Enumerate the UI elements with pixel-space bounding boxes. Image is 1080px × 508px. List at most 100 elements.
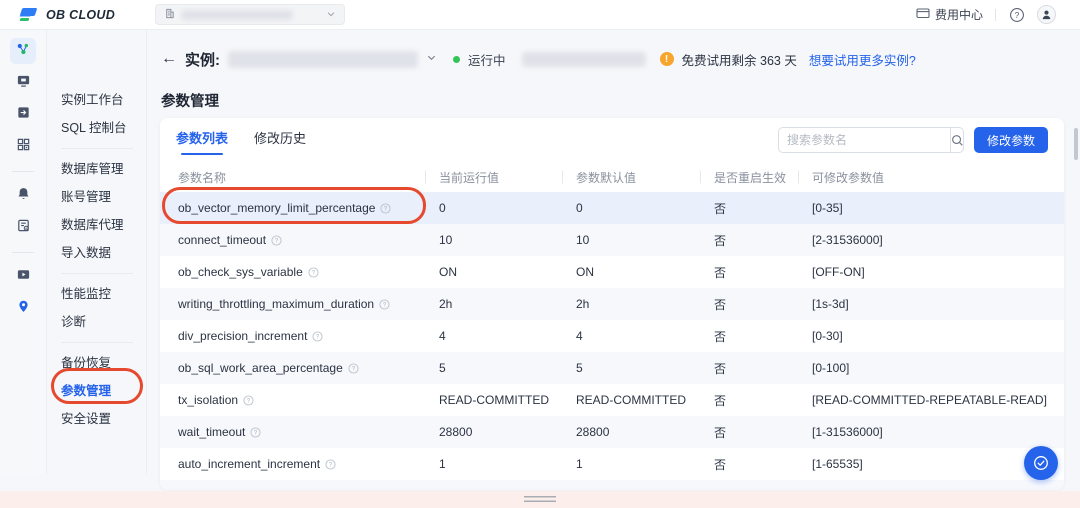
- param-restart-cell: 否: [700, 360, 798, 377]
- param-help-icon[interactable]: ?: [271, 235, 282, 246]
- svg-text:?: ?: [384, 206, 388, 212]
- sidebar-item[interactable]: 备份恢复: [47, 349, 146, 377]
- tab[interactable]: 参数列表: [176, 124, 228, 157]
- warning-icon: !: [660, 52, 674, 66]
- billing-label: 费用中心: [935, 6, 983, 23]
- search-input[interactable]: [779, 133, 950, 147]
- param-range-cell: [OFF-ON]: [798, 265, 1064, 279]
- column-header: 可修改参数值: [798, 169, 1064, 186]
- rail-item-video-icon[interactable]: [10, 264, 36, 290]
- param-current-cell: ON: [425, 265, 562, 279]
- rail-item-monitor-icon[interactable]: [10, 70, 36, 96]
- sidebar-item[interactable]: 诊断: [47, 308, 146, 336]
- rail-item-grid-icon[interactable]: [10, 134, 36, 160]
- sidebar-item[interactable]: SQL 控制台: [47, 114, 146, 142]
- param-current-cell: 4: [425, 329, 562, 343]
- table-row[interactable]: div_precision_increment?44否[0-30]: [160, 320, 1064, 352]
- video-icon: [16, 267, 31, 287]
- svg-text:?: ?: [275, 238, 279, 244]
- param-help-icon[interactable]: ?: [325, 459, 336, 470]
- table-header-row: 参数名称当前运行值参数默认值是否重启生效可修改参数值: [160, 162, 1064, 192]
- param-name-cell: foreign_key_checks?: [160, 489, 425, 490]
- icon-rail: [0, 30, 47, 474]
- instance-chevron-down-icon[interactable]: [426, 50, 437, 68]
- sidebar-item[interactable]: 实例工作台: [47, 86, 146, 114]
- sidebar-item[interactable]: 数据库管理: [47, 155, 146, 183]
- sidebar-divider: [61, 342, 133, 343]
- param-range-cell: [1s-3d]: [798, 297, 1064, 311]
- param-range-cell: [2-31536000]: [798, 233, 1064, 247]
- topbar-right: 费用中心 ?: [916, 5, 1066, 24]
- modify-parameters-button[interactable]: 修改参数: [974, 127, 1048, 153]
- param-name-cell: ob_vector_memory_limit_percentage?: [160, 201, 425, 215]
- back-arrow-icon[interactable]: ←: [161, 50, 177, 68]
- param-range-cell: [1-31536000]: [798, 425, 1064, 439]
- param-help-icon[interactable]: ?: [308, 267, 319, 278]
- table-row[interactable]: connect_timeout?1010否[2-31536000]: [160, 224, 1064, 256]
- table-row[interactable]: wait_timeout?2880028800否[1-31536000]: [160, 416, 1064, 448]
- check-fab-button[interactable]: [1024, 446, 1058, 480]
- param-range-cell: [OFF-ON]: [798, 489, 1064, 490]
- trial-more-link[interactable]: 想要试用更多实例?: [809, 50, 916, 69]
- instance-header: ← 实例: 运行中 ! 免费试用剩余 363 天 想要试用更多实例?: [161, 44, 1080, 74]
- help-icon[interactable]: ?: [1008, 6, 1025, 23]
- param-name: connect_timeout: [178, 233, 266, 247]
- rail-item-cluster-icon[interactable]: [10, 38, 36, 64]
- sidebar-menu: 实例工作台SQL 控制台数据库管理账号管理数据库代理导入数据性能监控诊断备份恢复…: [47, 30, 147, 474]
- param-help-icon[interactable]: ?: [379, 299, 390, 310]
- redacted-instance-name: [228, 51, 418, 68]
- rail-item-clipboard-gear-icon[interactable]: [10, 215, 36, 241]
- column-header: 参数默认值: [562, 169, 700, 186]
- param-help-icon[interactable]: ?: [380, 203, 391, 214]
- search-icon[interactable]: [950, 128, 964, 152]
- pin-icon: [16, 299, 31, 319]
- svg-text:?: ?: [329, 462, 333, 468]
- bell-icon: [16, 186, 31, 206]
- table-row[interactable]: foreign_key_checks?ONON否[OFF-ON]: [160, 480, 1064, 490]
- rail-item-bell-icon[interactable]: [10, 183, 36, 209]
- workspace-select[interactable]: [155, 4, 345, 25]
- org-icon: [164, 6, 175, 24]
- param-help-icon[interactable]: ?: [348, 363, 359, 374]
- sidebar-item[interactable]: 参数管理: [47, 377, 146, 405]
- horizontal-scroll-handle[interactable]: [524, 496, 556, 505]
- billing-card-icon: [916, 7, 930, 22]
- status-dot: [453, 56, 460, 63]
- param-help-icon[interactable]: ?: [243, 395, 254, 406]
- topbar-divider: [995, 9, 996, 21]
- user-avatar[interactable]: [1037, 5, 1056, 24]
- param-name-cell: writing_throttling_maximum_duration?: [160, 297, 425, 311]
- param-help-icon[interactable]: ?: [312, 331, 323, 342]
- table-row[interactable]: tx_isolation?READ-COMMITTEDREAD-COMMITTE…: [160, 384, 1064, 416]
- sidebar-item[interactable]: 数据库代理: [47, 211, 146, 239]
- rail-item-doc-transfer-icon[interactable]: [10, 102, 36, 128]
- parameter-card: 参数列表修改历史 修改参数 参数名称当前运行值参数默认值是否重启生效可修改参数值…: [160, 118, 1064, 490]
- table-row[interactable]: ob_check_sys_variable?ONON否[OFF-ON]: [160, 256, 1064, 288]
- tab[interactable]: 修改历史: [254, 124, 306, 157]
- ob-cloud-logo[interactable]: OB CLOUD: [20, 8, 115, 22]
- table-row[interactable]: auto_increment_increment?11否[1-65535]: [160, 448, 1064, 480]
- billing-center-link[interactable]: 费用中心: [916, 6, 983, 23]
- param-restart-cell: 否: [700, 456, 798, 473]
- param-current-cell: 2h: [425, 297, 562, 311]
- param-name: tx_isolation: [178, 393, 238, 407]
- param-restart-cell: 否: [700, 392, 798, 409]
- table-row[interactable]: writing_throttling_maximum_duration?2h2h…: [160, 288, 1064, 320]
- param-name: writing_throttling_maximum_duration: [178, 297, 374, 311]
- column-header: 参数名称: [160, 169, 425, 186]
- param-default-cell: 4: [562, 329, 700, 343]
- main-content: ← 实例: 运行中 ! 免费试用剩余 363 天 想要试用更多实例? 参数管理 …: [147, 30, 1080, 474]
- sidebar-item[interactable]: 导入数据: [47, 239, 146, 267]
- sidebar-item[interactable]: 安全设置: [47, 405, 146, 433]
- sidebar-item[interactable]: 性能监控: [47, 280, 146, 308]
- sidebar-item[interactable]: 账号管理: [47, 183, 146, 211]
- vertical-scrollbar[interactable]: [1074, 128, 1078, 160]
- rail-item-pin-icon[interactable]: [10, 296, 36, 322]
- table-row[interactable]: ob_sql_work_area_percentage?55否[0-100]: [160, 352, 1064, 384]
- table-row[interactable]: ob_vector_memory_limit_percentage?00否[0-…: [160, 192, 1064, 224]
- ob-cloud-logo-icon: [20, 8, 40, 21]
- param-name: foreign_key_checks: [178, 489, 284, 490]
- card-header-right: 修改参数: [778, 127, 1048, 153]
- param-range-cell: [0-100]: [798, 361, 1064, 375]
- param-help-icon[interactable]: ?: [250, 427, 261, 438]
